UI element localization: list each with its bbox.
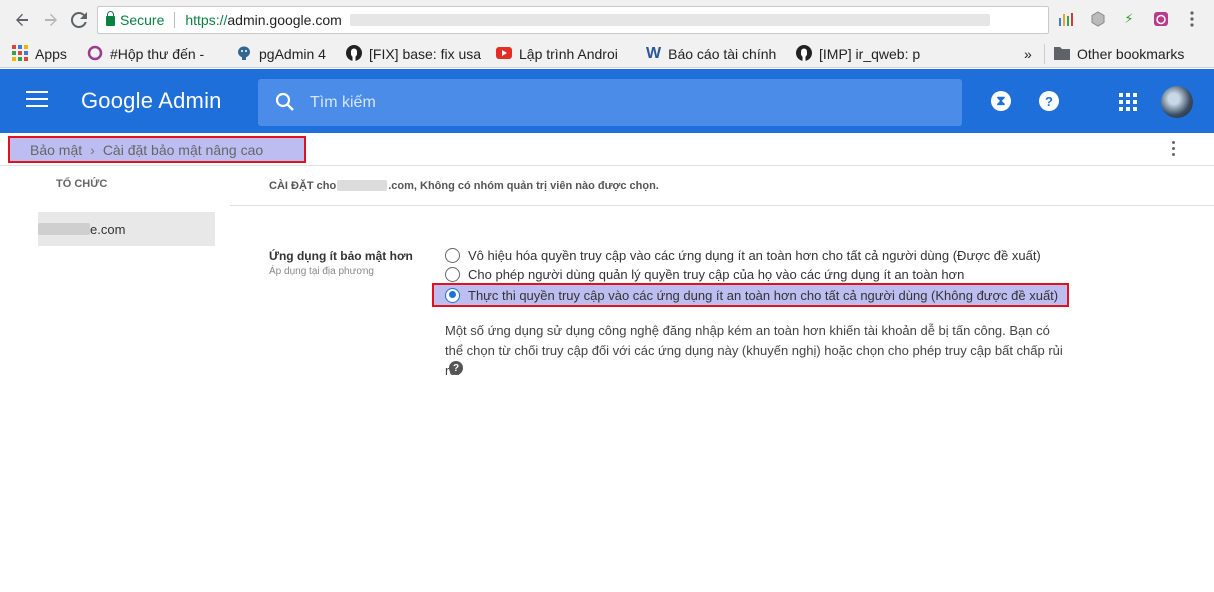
radio-option-enforce[interactable]: Thực thi quyền truy cập vào các ứng dụng… [432,283,1069,307]
lock-icon [106,11,115,26]
bookmark-github-imp[interactable]: [IMP] ir_qweb: p [796,44,933,64]
radio-button[interactable] [445,247,460,263]
browser-toolbar: Secure https:// admin.google.com ⚡ [0,0,1214,40]
bookmarks-overflow-button[interactable]: » [1024,44,1032,64]
radio-option-disable[interactable]: Vô hiệu hóa quyền truy cập vào các ứng d… [445,246,1041,264]
secure-label: Secure [120,12,165,28]
github-icon [796,44,812,64]
bookmark-word[interactable]: W Báo cáo tài chính [646,44,782,64]
bookmark-github-fix[interactable]: [FIX] base: fix usa [346,44,482,64]
extension-chart-icon[interactable] [1057,10,1075,28]
browser-menu-icon[interactable] [1183,10,1201,28]
bookmarks-divider [1044,44,1045,64]
youtube-icon [496,46,512,62]
radio-button[interactable] [445,266,460,282]
github-icon [346,44,362,64]
radio-button-selected[interactable] [445,287,460,303]
bookmark-label: Apps [35,46,67,62]
org-unit-label: e.com [90,221,126,237]
bookmark-label: Lập trình Androi [519,46,618,62]
secure-indicator[interactable]: Secure [106,11,165,28]
url-host: admin.google.com [227,12,342,28]
avatar[interactable] [1161,86,1193,118]
settings-scope-suffix: .com, Không có nhóm quản trị viên nào đư… [388,180,659,192]
settings-scope-prefix: CÀI ĐẶT cho [269,180,337,192]
pgadmin-icon [236,45,252,64]
help-question-icon[interactable]: ? [449,361,463,375]
setting-title: Ứng dụng ít bảo mật hơn [269,249,413,263]
more-options-icon[interactable] [1170,141,1176,159]
bookmark-label: #Hộp thư đến - [110,46,205,62]
breadcrumb-current: Cài đặt bảo mật nâng cao [102,141,264,158]
extension-hexagon-icon[interactable] [1089,10,1107,28]
radio-option-allow-users[interactable]: Cho phép người dùng quản lý quyền truy c… [445,265,964,283]
bookmark-label: [IMP] ir_qweb: p [819,46,921,62]
hourglass-icon[interactable]: ⧗ [991,91,1011,111]
breadcrumb: Bảo mật › Cài đặt bảo mật nâng cao [8,136,306,163]
breadcrumb-parent-link[interactable]: Bảo mật [30,142,82,158]
word-icon: W [646,45,662,62]
search-input[interactable]: Tìm kiếm [258,79,962,126]
bookmark-youtube[interactable]: Lập trình Androi [496,44,633,64]
search-icon [275,92,294,111]
setting-subtitle: Áp dụng tại địa phương [269,266,374,277]
bookmark-label: [FIX] base: fix usa [369,46,482,62]
breadcrumb-bar: Bảo mật › Cài đặt bảo mật nâng cao [0,133,1214,166]
bookmarks-bar: Apps #Hộp thư đến - pgAdmin 4 [FIX] base… [0,40,1214,68]
omnibox-divider [174,12,176,28]
bookmark-apps[interactable]: Apps [12,44,67,64]
bookmark-label: pgAdmin 4 [259,46,326,62]
admin-header: Google Admin Tìm kiếm ⧗ ? [0,69,1214,133]
forward-arrow-icon[interactable] [39,8,63,32]
radio-option-label: Cho phép người dùng quản lý quyền truy c… [468,266,965,282]
back-arrow-icon[interactable] [10,8,34,32]
reload-icon[interactable] [67,8,91,32]
radio-option-label: Vô hiệu hóa quyền truy cập vào các ứng d… [468,247,1041,263]
extension-timer-icon[interactable] [1152,10,1170,28]
apps-grid-icon [12,44,28,64]
other-bookmarks[interactable]: Other bookmarks [1054,44,1184,64]
org-unit-item[interactable]: e.com [38,212,215,246]
org-panel-title: TỔ CHỨC [56,178,108,190]
extension-bolt-icon[interactable]: ⚡ [1120,10,1138,28]
bookmark-label: Báo cáo tài chính [668,46,777,62]
app-title: Google Admin [81,88,222,113]
other-bookmarks-label: Other bookmarks [1077,46,1185,62]
address-bar[interactable]: Secure https:// admin.google.com [97,6,1049,34]
apps-launcher-icon[interactable] [1119,93,1137,111]
url-scheme: https:// [185,12,228,28]
bookmark-pgadmin[interactable]: pgAdmin 4 [236,44,326,64]
breadcrumb-separator: › [90,141,95,158]
hamburger-menu-icon[interactable] [26,91,48,109]
overflow-chevron: » [1024,46,1032,62]
redacted-org-name [38,223,90,235]
radio-option-label: Thực thi quyền truy cập vào các ứng dụng… [468,287,1059,303]
bookmark-inbox[interactable]: #Hộp thư đến - [87,44,223,64]
search-placeholder: Tìm kiếm [310,94,376,111]
help-icon[interactable]: ? [1039,91,1059,111]
redacted-domain [337,180,388,191]
setting-description: Một số ứng dụng sử dụng công nghệ đăng n… [445,323,1063,378]
inbox-icon [87,45,103,64]
folder-icon [1054,46,1070,63]
redacted-url-path [349,14,990,26]
settings-scope-header: CÀI ĐẶT cho .com, Không có nhóm quản trị… [230,166,1214,206]
